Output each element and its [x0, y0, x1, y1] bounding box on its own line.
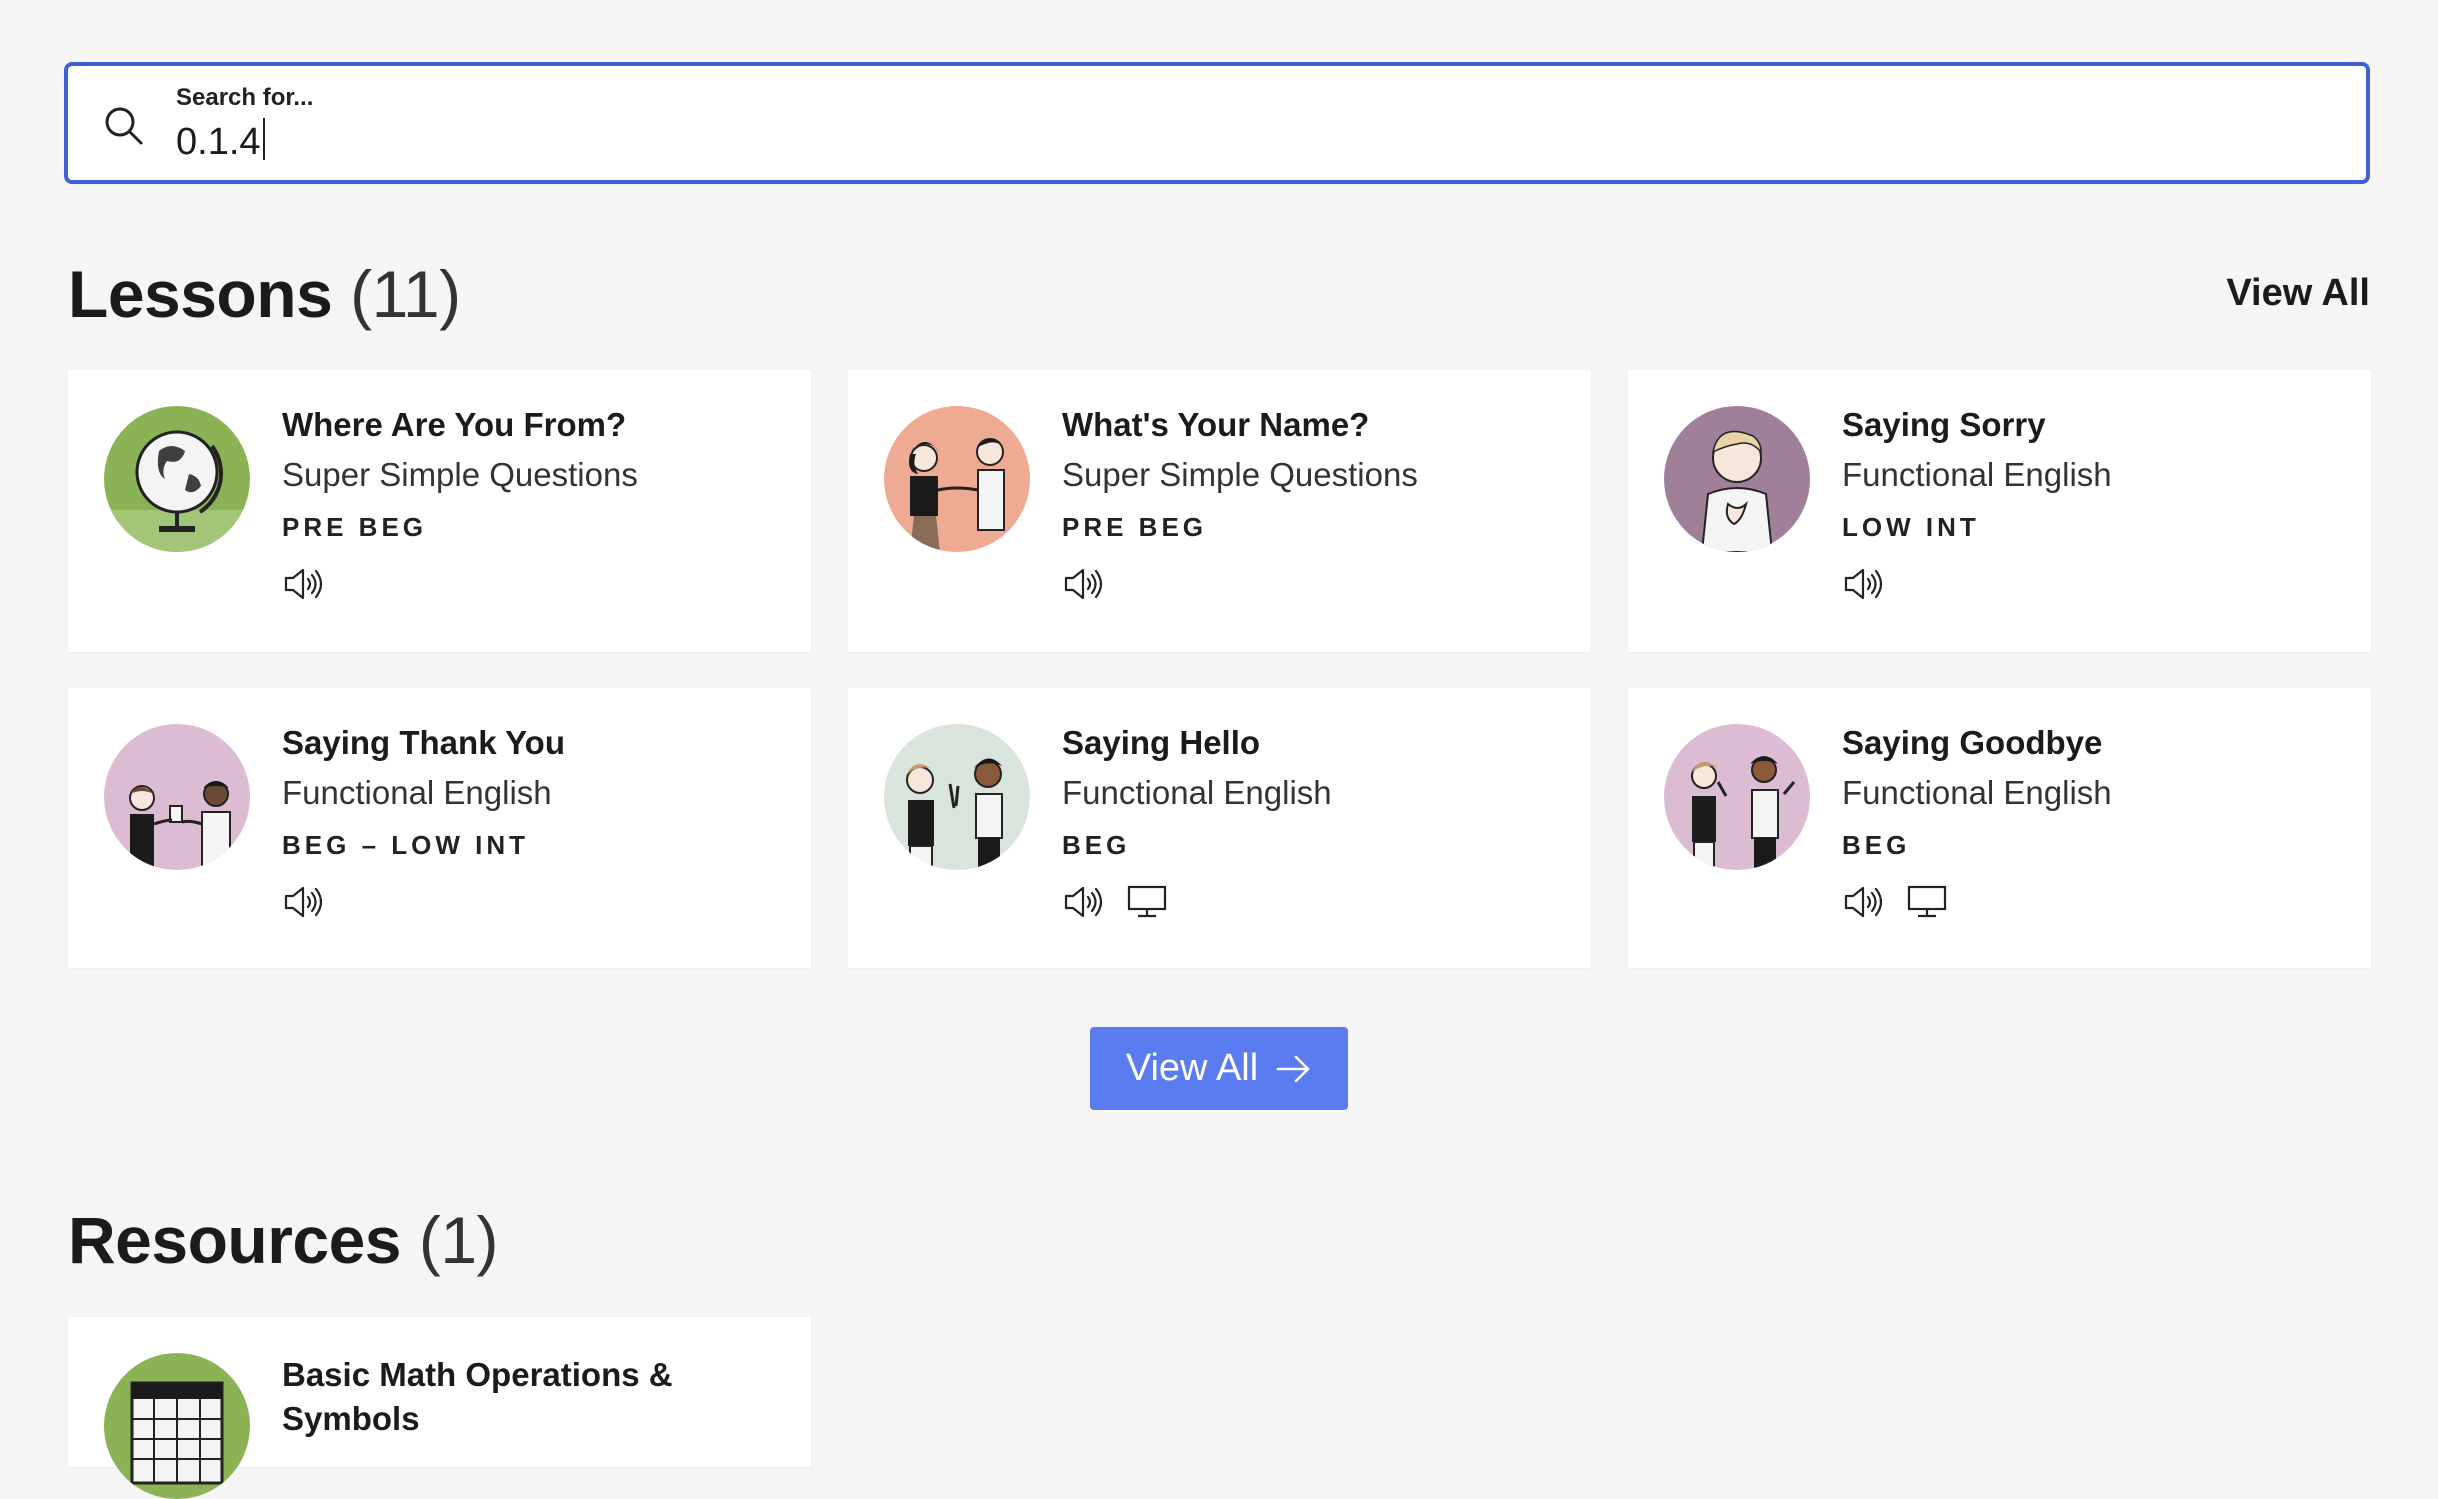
resource-title: Basic Math Operations & Symbols [282, 1356, 673, 1437]
lesson-title: Saying Sorry [1842, 406, 2046, 443]
lessons-view-all-link[interactable]: View All [2226, 272, 2370, 315]
lesson-thumbnail [884, 406, 1030, 552]
lesson-card[interactable]: Saying Sorry Functional English LOW INT [1628, 370, 2371, 652]
lesson-card[interactable]: What's Your Name? Super Simple Questions… [848, 370, 1591, 652]
lesson-level: BEG [1842, 830, 1911, 860]
audio-icon [284, 886, 323, 918]
search-input[interactable]: 0.1.4 [176, 118, 265, 164]
lesson-title: Saying Thank You [282, 724, 565, 761]
lesson-card[interactable]: Saying Hello Functional English BEG [848, 688, 1591, 968]
lesson-subtitle: Super Simple Questions [282, 456, 638, 493]
audio-icon [284, 568, 323, 600]
lesson-level: PRE BEG [282, 512, 428, 542]
lesson-subtitle: Functional English [282, 774, 552, 811]
search-box[interactable]: Search for... 0.1.4 [64, 62, 2370, 184]
view-all-button[interactable]: View All [1090, 1027, 1348, 1110]
lesson-card[interactable]: Where Are You From? Super Simple Questio… [68, 370, 811, 652]
lesson-level: LOW INT [1842, 512, 1980, 542]
search-icon [105, 107, 143, 145]
audio-icon [1844, 568, 1883, 600]
lesson-title: Where Are You From? [282, 406, 627, 443]
resources-heading: Resources (1) [68, 1203, 499, 1277]
search-label: Search for... [176, 84, 314, 111]
lessons-heading: Lessons (11) [68, 257, 461, 331]
lesson-level: PRE BEG [1062, 512, 1208, 542]
resource-thumbnail [104, 1353, 250, 1499]
lesson-subtitle: Functional English [1842, 456, 2112, 493]
lesson-level: BEG – LOW INT [282, 830, 529, 860]
lesson-subtitle: Super Simple Questions [1062, 456, 1418, 493]
monitor-icon [1907, 885, 1947, 918]
lesson-thumbnail [1664, 724, 1810, 870]
lesson-subtitle: Functional English [1062, 774, 1332, 811]
audio-icon [1064, 886, 1103, 918]
lesson-title: Saying Hello [1062, 724, 1261, 761]
lesson-title: Saying Goodbye [1842, 724, 2103, 761]
lesson-subtitle: Functional English [1842, 774, 2112, 811]
monitor-icon [1127, 885, 1167, 918]
arrow-right-icon [1276, 1055, 1310, 1082]
lesson-thumbnail [104, 724, 250, 870]
lesson-title: What's Your Name? [1062, 406, 1370, 443]
lesson-card[interactable]: Saying Goodbye Functional English BEG [1628, 688, 2371, 968]
lesson-thumbnail [884, 724, 1030, 870]
audio-icon [1844, 886, 1883, 918]
lesson-thumbnail [1664, 406, 1810, 552]
lesson-thumbnail [104, 406, 250, 552]
audio-icon [1064, 568, 1103, 600]
lesson-card[interactable]: Saying Thank You Functional English BEG … [68, 688, 811, 968]
resource-card[interactable]: Basic Math Operations & Symbols [68, 1317, 811, 1499]
lesson-level: BEG [1062, 830, 1131, 860]
